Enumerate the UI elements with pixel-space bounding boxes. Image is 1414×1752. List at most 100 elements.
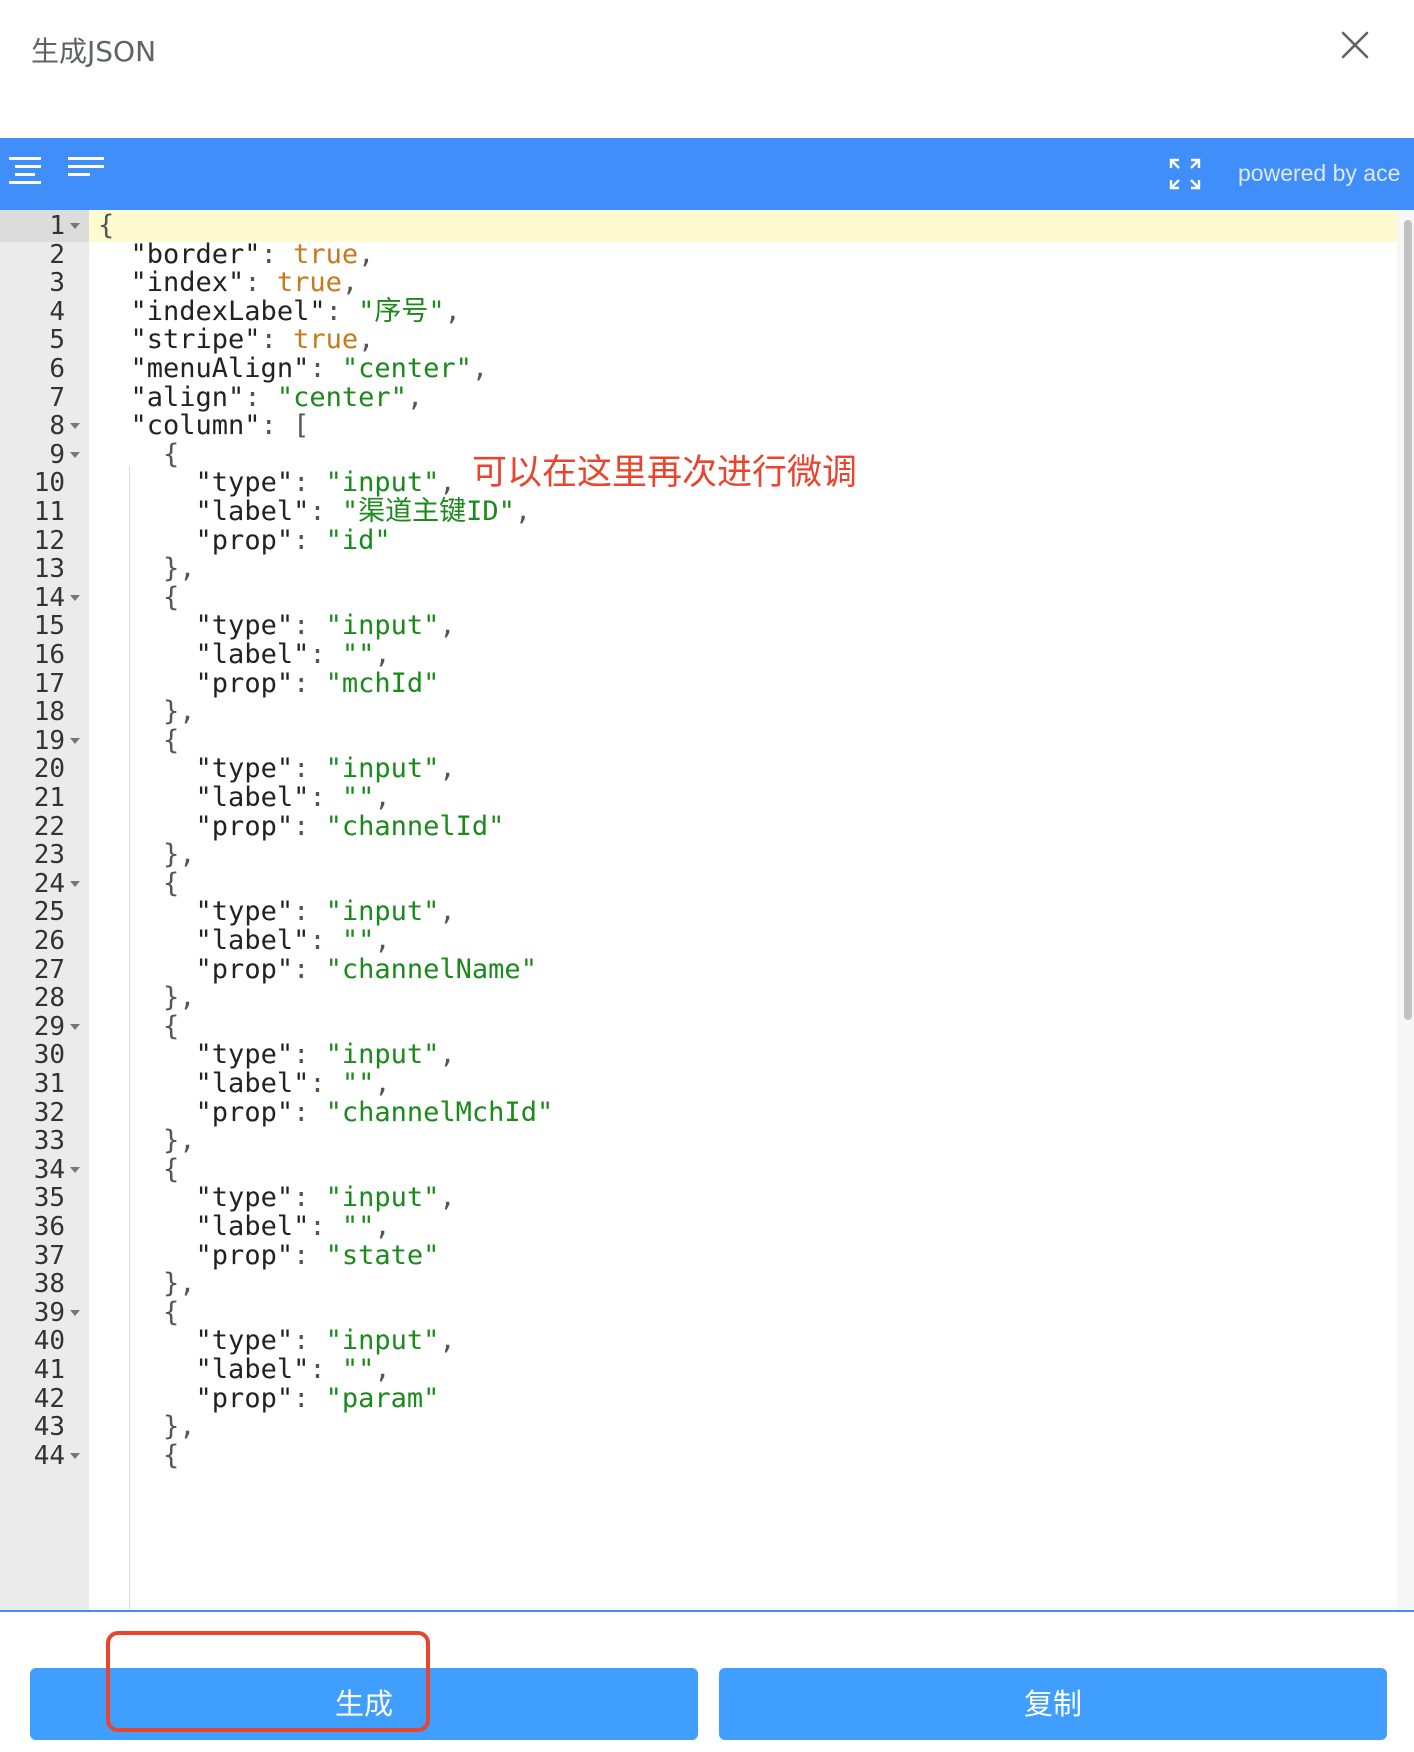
- code-line[interactable]: 34 {: [0, 1154, 1397, 1186]
- powered-by-ace-link[interactable]: powered by ace: [1238, 160, 1400, 187]
- fold-arrow-icon[interactable]: [70, 451, 80, 458]
- fold-arrow-icon[interactable]: [70, 223, 80, 229]
- fold-arrow-icon[interactable]: [70, 423, 80, 430]
- code-text: },: [163, 982, 196, 1014]
- code-line[interactable]: 25 "type": "input",: [0, 896, 1397, 928]
- code-line[interactable]: 41 "label": "",: [0, 1354, 1397, 1386]
- code-line[interactable]: 30 "type": "input",: [0, 1039, 1397, 1071]
- code-text: "prop": "channelMchId": [195, 1096, 554, 1128]
- line-number: 32: [33, 1097, 65, 1128]
- code-line[interactable]: 24 {: [0, 868, 1397, 900]
- line-number: 2: [49, 239, 65, 270]
- code-line[interactable]: 21 "label": "",: [0, 782, 1397, 814]
- dialog-title: 生成JSON: [31, 35, 157, 68]
- code-text: "prop": "mchId": [195, 667, 440, 699]
- code-line[interactable]: 15 "type": "input",: [0, 610, 1397, 642]
- code-line[interactable]: 32 "prop": "channelMchId": [0, 1097, 1397, 1129]
- code-line[interactable]: 23 },: [0, 839, 1397, 871]
- code-text: "label": "",: [195, 1211, 391, 1242]
- code-line[interactable]: 20 "type": "input",: [0, 753, 1397, 785]
- code-text: {: [163, 1296, 180, 1328]
- code-line[interactable]: 19 {: [0, 725, 1397, 757]
- line-number: 5: [49, 325, 65, 356]
- fold-arrow-icon[interactable]: [70, 1452, 80, 1459]
- code-text: {: [163, 1153, 180, 1185]
- line-number: 15: [33, 611, 65, 642]
- code-line[interactable]: 8 "column": [: [0, 410, 1397, 442]
- code-line[interactable]: 36 "label": "",: [0, 1211, 1397, 1243]
- code-line[interactable]: 7 "align": "center",: [0, 382, 1397, 414]
- code-line[interactable]: 11 "label": "渠道主键ID",: [0, 496, 1397, 528]
- format-indent-icon[interactable]: [9, 157, 43, 187]
- code-text: {: [163, 581, 180, 613]
- editor-scrollbar-thumb[interactable]: [1404, 220, 1412, 1020]
- code-text: {: [163, 867, 180, 899]
- code-text: },: [163, 553, 196, 585]
- copy-button[interactable]: 复制: [719, 1668, 1387, 1740]
- fold-arrow-icon[interactable]: [70, 880, 80, 887]
- annotation-highlight-box: [106, 1631, 430, 1732]
- code-line[interactable]: 44 {: [0, 1440, 1397, 1472]
- line-number: 23: [33, 840, 65, 871]
- code-text: "type": "input",: [195, 896, 456, 928]
- fold-arrow-icon[interactable]: [70, 737, 80, 744]
- code-text: "prop": "id": [195, 524, 391, 556]
- compact-lines-icon[interactable]: [68, 157, 104, 181]
- line-number: 34: [33, 1154, 65, 1185]
- line-number: 16: [33, 640, 65, 670]
- code-line[interactable]: 27 "prop": "channelName": [0, 954, 1397, 986]
- code-line[interactable]: 40 "type": "input",: [0, 1325, 1397, 1357]
- code-line[interactable]: 2 "border": true,: [0, 239, 1397, 271]
- code-text: "type": "input",: [195, 467, 456, 499]
- code-text: },: [163, 696, 196, 728]
- code-line[interactable]: 18 },: [0, 696, 1397, 728]
- editor-toolbar: powered by ace: [0, 138, 1414, 210]
- code-line[interactable]: 5 "stripe": true,: [0, 324, 1397, 356]
- line-number: 25: [33, 897, 65, 928]
- code-line[interactable]: 14 {: [0, 582, 1397, 614]
- code-text: "indexLabel": "序号",: [130, 295, 461, 327]
- code-line[interactable]: 16 "label": "",: [0, 639, 1397, 671]
- code-line[interactable]: 42 "prop": "param": [0, 1383, 1397, 1415]
- code-line[interactable]: 1{: [0, 210, 1397, 242]
- fold-arrow-icon[interactable]: [70, 1309, 80, 1316]
- code-line[interactable]: 37 "prop": "state": [0, 1240, 1397, 1272]
- code-text: {: [98, 210, 115, 241]
- code-line[interactable]: 29 {: [0, 1011, 1397, 1043]
- code-text: "align": "center",: [130, 381, 424, 413]
- code-line[interactable]: 6 "menuAlign": "center",: [0, 353, 1397, 385]
- code-line[interactable]: 26 "label": "",: [0, 925, 1397, 957]
- code-line[interactable]: 3 "index": true,: [0, 267, 1397, 299]
- line-number: 14: [33, 582, 65, 613]
- code-text: "label": "",: [195, 782, 391, 813]
- code-line[interactable]: 13 },: [0, 553, 1397, 585]
- code-line[interactable]: 38 },: [0, 1268, 1397, 1300]
- code-line[interactable]: 39 {: [0, 1297, 1397, 1329]
- code-text: {: [163, 1010, 180, 1042]
- close-icon[interactable]: [1338, 28, 1372, 62]
- json-code-editor[interactable]: 1{2 "border": true, 3 "index": true, 4 "in…: [0, 210, 1414, 1610]
- code-line[interactable]: 43 },: [0, 1411, 1397, 1443]
- line-number: 39: [33, 1297, 65, 1328]
- code-text: },: [163, 1125, 196, 1157]
- line-number: 28: [33, 983, 65, 1014]
- fold-arrow-icon[interactable]: [70, 594, 80, 601]
- fullscreen-icon[interactable]: [1169, 158, 1201, 190]
- code-line[interactable]: 17 "prop": "mchId": [0, 668, 1397, 700]
- fold-arrow-icon[interactable]: [70, 1166, 80, 1173]
- code-line[interactable]: 12 "prop": "id": [0, 525, 1397, 557]
- line-number: 20: [33, 754, 65, 785]
- code-line[interactable]: 22 "prop": "channelId": [0, 811, 1397, 843]
- code-text: "type": "input",: [195, 1182, 456, 1214]
- line-number: 31: [33, 1069, 65, 1099]
- code-line[interactable]: 28 },: [0, 982, 1397, 1014]
- code-line[interactable]: 33 },: [0, 1125, 1397, 1157]
- code-line[interactable]: 31 "label": "",: [0, 1068, 1397, 1100]
- line-number: 3: [49, 268, 65, 299]
- line-number: 30: [33, 1040, 65, 1071]
- fold-arrow-icon[interactable]: [70, 1023, 80, 1030]
- line-number: 4: [49, 296, 65, 327]
- line-number: 1: [49, 211, 65, 241]
- code-line[interactable]: 35 "type": "input",: [0, 1182, 1397, 1214]
- code-line[interactable]: 4 "indexLabel": "序号",: [0, 296, 1397, 328]
